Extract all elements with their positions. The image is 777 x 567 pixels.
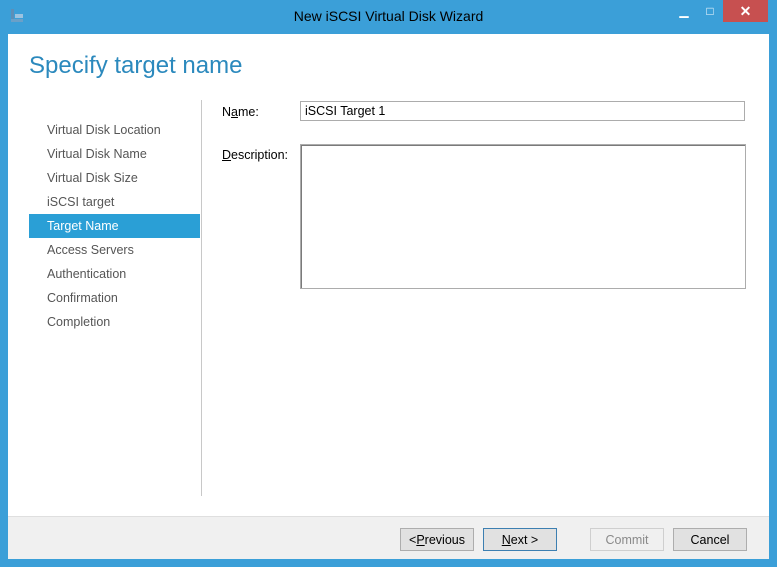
button-bar: < Previous Next > Commit Cancel [8,516,769,559]
close-button[interactable]: ✕ [723,0,768,22]
previous-button[interactable]: < Previous [400,528,474,551]
nav-step-iscsi-target[interactable]: iSCSI target [29,190,200,214]
page-title: Specify target name [29,52,243,79]
maximize-icon: □ [706,4,714,18]
close-icon: ✕ [739,2,752,19]
minimize-button[interactable]: ▁ [671,0,697,22]
window-title: New iSCSI Virtual Disk Wizard [293,8,484,24]
description-textarea[interactable] [300,144,746,289]
nav-step-confirmation[interactable]: Confirmation [29,286,200,310]
name-label: Name: [222,105,259,119]
wizard-client-area: Specify target name Virtual Disk Locatio… [8,34,769,559]
next-button[interactable]: Next > [483,528,557,551]
cancel-button[interactable]: Cancel [673,528,747,551]
nav-step-access-servers[interactable]: Access Servers [29,238,200,262]
minimize-icon: ▁ [679,4,689,18]
nav-step-virtual-disk-location[interactable]: Virtual Disk Location [29,118,200,142]
title-bar[interactable]: New iSCSI Virtual Disk Wizard ▁ □ ✕ [0,0,777,34]
commit-button[interactable]: Commit [590,528,664,551]
nav-step-target-name[interactable]: Target Name [29,214,200,238]
nav-step-authentication[interactable]: Authentication [29,262,200,286]
name-input[interactable] [300,101,745,121]
maximize-button[interactable]: □ [697,0,723,22]
wizard-window: New iSCSI Virtual Disk Wizard ▁ □ ✕ Spec… [0,0,777,567]
wizard-steps-nav: Virtual Disk Location Virtual Disk Name … [29,118,200,334]
nav-step-completion[interactable]: Completion [29,310,200,334]
description-label: Description: [222,148,289,162]
nav-divider [201,100,202,496]
nav-step-virtual-disk-name[interactable]: Virtual Disk Name [29,142,200,166]
nav-step-virtual-disk-size[interactable]: Virtual Disk Size [29,166,200,190]
